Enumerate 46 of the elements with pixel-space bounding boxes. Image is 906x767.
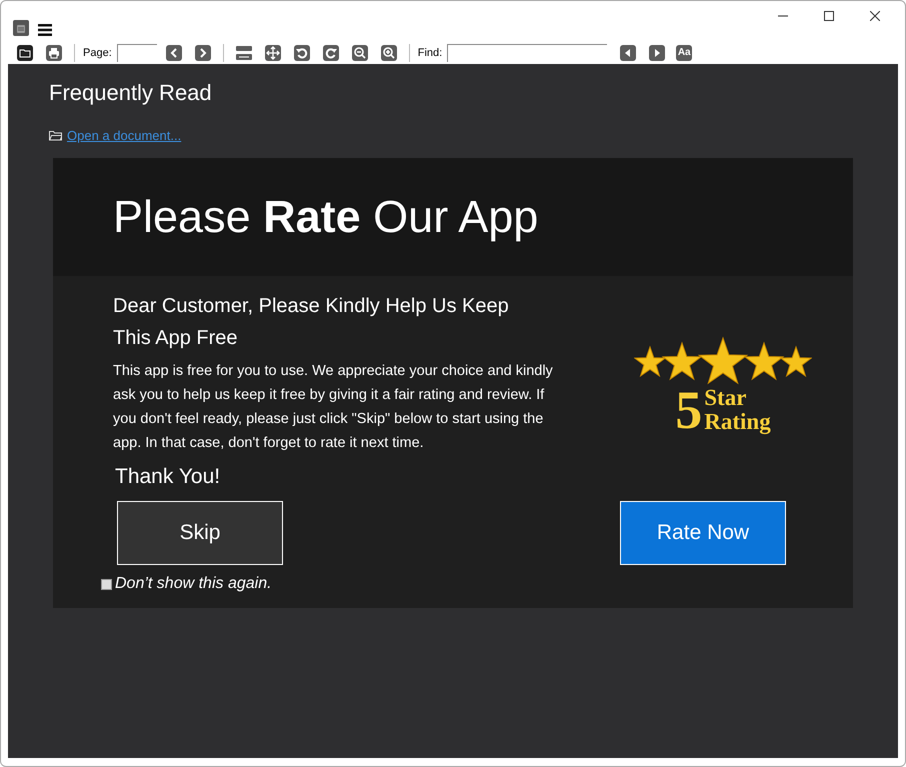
checkbox[interactable] — [101, 578, 112, 590]
page-label: Page: — [83, 46, 112, 58]
print-icon — [46, 44, 62, 60]
app-icon — [13, 20, 29, 36]
section-title: Frequently Read — [49, 80, 213, 106]
rating-number: 5 — [675, 382, 702, 438]
rotate-right-button[interactable] — [320, 42, 341, 62]
maximize-icon[interactable] — [824, 11, 834, 21]
next-page-button[interactable] — [192, 42, 213, 62]
zoom-out-icon — [352, 44, 368, 60]
rate-now-button[interactable]: Rate Now — [620, 501, 786, 565]
menu-icon[interactable] — [38, 24, 52, 36]
dialog-heading: Dear Customer, Please Kindly Help Us Keep This App Free — [113, 294, 510, 351]
next-page-icon — [194, 44, 211, 60]
checkbox-label: Don’t show this again. — [115, 575, 272, 593]
zoom-in-icon — [380, 44, 397, 60]
folder-icon — [49, 130, 62, 141]
fit-page-button[interactable] — [262, 42, 283, 62]
dialog-message: This app is free for you to use. We appreciate your choice and kindly ask you to help us keep it free by giving it a fair rating and review. If you don't feel ready, please just click "Skip" below to start using the app. In that case, don't forget to rate it next time. — [113, 362, 553, 453]
close-icon[interactable] — [870, 11, 880, 21]
find-next-icon — [649, 44, 666, 60]
rotate-left-icon — [294, 44, 310, 60]
previous-page-button[interactable] — [164, 42, 184, 62]
thank-you-text: Thank You! — [115, 465, 222, 489]
find-label: Find: — [418, 46, 442, 58]
rating-label: Rating — [704, 410, 771, 434]
previous-page-icon — [166, 44, 182, 60]
dialog-title: Please Rate Our App — [113, 191, 538, 243]
zoom-out-button[interactable] — [350, 42, 370, 62]
page-field[interactable] — [116, 44, 157, 62]
match-case-button[interactable]: Aa — [676, 44, 692, 60]
rotate-left-button[interactable] — [292, 42, 312, 62]
rotate-right-icon — [322, 44, 339, 60]
fit-width-icon — [236, 44, 252, 60]
open-button[interactable] — [15, 42, 35, 62]
open-icon — [17, 44, 33, 60]
print-button[interactable] — [44, 42, 64, 62]
open-document-link[interactable]: Open a document... — [67, 128, 182, 143]
find-field[interactable] — [447, 44, 608, 62]
skip-button[interactable]: Skip — [117, 501, 283, 565]
find-next-button[interactable] — [647, 42, 668, 62]
find-previous-button[interactable] — [618, 42, 638, 62]
fit-page-icon — [264, 44, 281, 60]
zoom-in-button[interactable] — [378, 42, 399, 62]
rating-label: Star — [704, 386, 748, 410]
find-previous-icon — [620, 44, 636, 60]
